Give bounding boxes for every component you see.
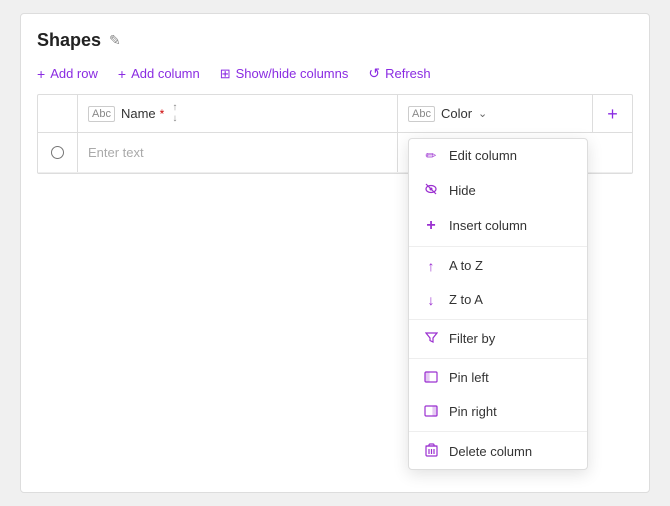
menu-item-edit-column[interactable]: ✏ Edit column (409, 139, 587, 173)
name-type-icon: Abc (88, 106, 115, 122)
pin-right-icon (423, 404, 439, 420)
add-row-label: Add row (50, 66, 98, 81)
shapes-panel: Shapes ✎ + Add row + Add column ⊞ Show/h… (20, 13, 650, 493)
pin-right-label: Pin right (449, 404, 497, 419)
column-context-menu: ✏ Edit column Hide (408, 138, 588, 470)
name-placeholder: Enter text (88, 145, 144, 160)
delete-column-label: Delete column (449, 444, 532, 459)
hide-label: Hide (449, 183, 476, 198)
required-indicator: * (160, 107, 165, 121)
show-hide-label: Show/hide columns (236, 66, 349, 81)
add-row-button[interactable]: + Add row (37, 66, 98, 82)
a-to-z-icon: ↑ (423, 258, 439, 274)
data-table: Abc Name * ↑ ↓ Abc Color ⌄ (37, 94, 633, 174)
color-col-wrap: Abc Color ⌄ ✏ Edit column (408, 106, 487, 122)
edit-title-icon[interactable]: ✎ (109, 32, 121, 49)
row-radio[interactable] (51, 146, 64, 159)
divider-2 (409, 319, 587, 320)
menu-item-filter-by[interactable]: Filter by (409, 322, 587, 356)
add-column-button[interactable]: + Add column (118, 66, 200, 82)
sort-asc-icon[interactable]: ↑ (172, 103, 177, 113)
color-dropdown-arrow[interactable]: ⌄ (478, 107, 487, 120)
delete-column-icon (423, 443, 439, 460)
add-column-label: Add column (131, 66, 200, 81)
z-to-a-label: Z to A (449, 292, 483, 307)
name-column-header: Abc Name * ↑ ↓ (78, 95, 398, 132)
add-column-btn[interactable]: + (592, 95, 632, 132)
pin-left-label: Pin left (449, 370, 489, 385)
table-header: Abc Name * ↑ ↓ Abc Color ⌄ (38, 95, 632, 133)
divider-4 (409, 431, 587, 432)
show-hide-icon: ⊞ (220, 66, 231, 82)
color-column-header: Abc Color ⌄ ✏ Edit column (398, 95, 592, 132)
divider-1 (409, 246, 587, 247)
edit-column-icon: ✏ (423, 148, 439, 164)
add-col-plus-icon: + (607, 105, 618, 123)
refresh-icon: ↺ (368, 65, 380, 82)
pin-left-icon (423, 370, 439, 386)
name-label-text: Name (121, 106, 156, 121)
name-col-label: Name * (121, 106, 164, 121)
plus-icon-2: + (118, 66, 126, 82)
insert-column-label: Insert column (449, 218, 527, 233)
divider-3 (409, 358, 587, 359)
menu-item-z-to-a[interactable]: ↓ Z to A (409, 283, 587, 317)
row-checkbox-cell[interactable] (38, 133, 78, 172)
menu-item-a-to-z[interactable]: ↑ A to Z (409, 249, 587, 283)
refresh-button[interactable]: ↺ Refresh (368, 65, 430, 82)
menu-item-insert-column[interactable]: + Insert column (409, 208, 587, 244)
plus-icon: + (37, 66, 45, 82)
a-to-z-label: A to Z (449, 258, 483, 273)
sort-desc-icon[interactable]: ↓ (172, 114, 177, 124)
header-checkbox-cell (38, 95, 78, 132)
filter-by-icon (423, 331, 439, 347)
panel-header: Shapes ✎ (37, 30, 633, 51)
color-label-text: Color (441, 106, 472, 121)
panel-title: Shapes (37, 30, 101, 51)
toolbar: + Add row + Add column ⊞ Show/hide colum… (37, 65, 633, 82)
menu-item-hide[interactable]: Hide (409, 173, 587, 208)
menu-item-pin-right[interactable]: Pin right (409, 395, 587, 429)
menu-item-pin-left[interactable]: Pin left (409, 361, 587, 395)
color-col-label: Color (441, 106, 472, 121)
name-cell[interactable]: Enter text (78, 133, 398, 172)
refresh-label: Refresh (385, 66, 431, 81)
hide-icon (423, 182, 439, 199)
sort-icons[interactable]: ↑ ↓ (172, 103, 177, 124)
color-type-icon: Abc (408, 106, 435, 122)
filter-by-label: Filter by (449, 331, 495, 346)
insert-column-icon: + (423, 217, 439, 235)
z-to-a-icon: ↓ (423, 292, 439, 308)
menu-item-delete-column[interactable]: Delete column (409, 434, 587, 469)
show-hide-button[interactable]: ⊞ Show/hide columns (220, 66, 349, 82)
edit-column-label: Edit column (449, 148, 517, 163)
